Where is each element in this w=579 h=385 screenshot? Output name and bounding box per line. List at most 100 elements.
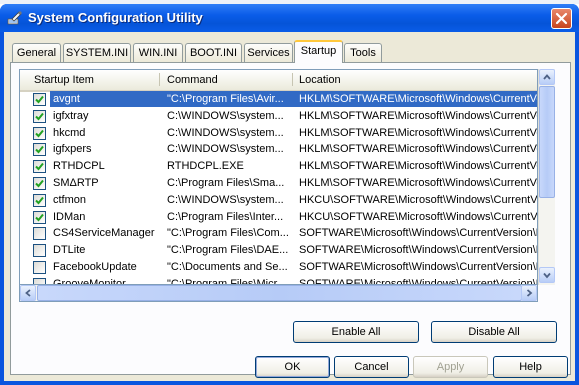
apply-button[interactable]: Apply	[413, 356, 488, 378]
startup-command: "C:\Program Files\Avir...	[167, 91, 293, 107]
startup-checkbox[interactable]	[33, 93, 46, 106]
startup-item-name: hkcmd	[53, 126, 86, 139]
list-header: Startup Item Command Location	[20, 70, 537, 92]
startup-checkbox[interactable]	[33, 244, 46, 258]
startup-location: HKLM\SOFTWARE\Microsoft\Windows\CurrentV…	[299, 91, 537, 107]
startup-checkbox[interactable]	[33, 261, 46, 274]
startup-command: C:\WINDOWS\system...	[167, 193, 284, 206]
startup-item-name: igfxtray	[53, 109, 89, 122]
column-divider[interactable]	[292, 73, 293, 86]
startup-checkbox[interactable]	[33, 227, 46, 241]
startup-location: HKLM\SOFTWARE\Microsoft\Windows\CurrentV…	[299, 126, 537, 139]
tab-system-ini[interactable]: SYSTEM.INI	[63, 43, 131, 62]
startup-location: HKLM\SOFTWARE\Microsoft\Windows\CurrentV…	[299, 177, 537, 189]
startup-row[interactable]: avgnt "C:\Program Files\Avir... HKLM\SOFTW…	[20, 91, 537, 107]
startup-list[interactable]: Startup Item Command Location avgnt "C:\P…	[19, 69, 538, 285]
startup-row[interactable]: CS4ServiceManager "C:\Program Files\Com..…	[20, 225, 537, 241]
scroll-right-button[interactable]	[521, 285, 537, 301]
startup-command: C:\WINDOWS\system...	[167, 126, 284, 139]
close-icon	[555, 12, 568, 25]
startup-checkbox[interactable]	[33, 109, 46, 123]
startup-row[interactable]: GrooveMonitor "C:\Program Files\Micr... SO…	[20, 276, 537, 285]
ok-button[interactable]: OK	[255, 356, 330, 378]
startup-checkbox[interactable]	[33, 277, 46, 284]
chevron-up-icon	[543, 74, 551, 80]
startup-location: SOFTWARE\Microsoft\Windows\CurrentVersio…	[299, 277, 537, 285]
msconfig-icon	[7, 11, 22, 25]
cancel-button[interactable]: Cancel	[334, 356, 409, 378]
tab-general[interactable]: General	[12, 43, 61, 62]
startup-item-name: igfxpers	[53, 143, 92, 156]
startup-item-name: SMΔRTP	[53, 177, 99, 189]
dialog-client-area: General SYSTEM.INI WIN.INI BOOT.INI Serv…	[4, 32, 575, 381]
startup-command: C:\Program Files\Inter...	[167, 210, 284, 223]
tab-startup[interactable]: Startup	[294, 40, 343, 63]
startup-command: "C:\Program Files\Micr...	[167, 277, 286, 285]
startup-location: SOFTWARE\Microsoft\Windows\CurrentVersio…	[299, 244, 537, 257]
startup-command: C:\Program Files\Sma...	[167, 177, 285, 189]
scroll-up-button[interactable]	[539, 69, 555, 85]
startup-item-name: FacebookUpdate	[53, 261, 137, 273]
checkmark-icon	[35, 163, 44, 171]
startup-location: SOFTWARE\Microsoft\Windows\CurrentVersio…	[299, 227, 537, 240]
tab-services[interactable]: Services	[244, 43, 293, 62]
startup-item-name: CS4ServiceManager	[53, 227, 155, 240]
startup-item-name: GrooveMonitor	[53, 277, 126, 285]
startup-checkbox[interactable]	[33, 210, 46, 224]
startup-row[interactable]: ctfmon C:\WINDOWS\system... HKCU\SOFTWARE\…	[20, 192, 537, 208]
startup-row[interactable]: igfxtray C:\WINDOWS\system... HKLM\SOFTWAR…	[20, 108, 537, 124]
startup-row[interactable]: igfxpers C:\WINDOWS\system... HKLM\SOFTWAR…	[20, 141, 537, 157]
checkmark-icon	[35, 146, 44, 154]
startup-location: HKCU\SOFTWARE\Microsoft\Windows\CurrentV…	[299, 210, 537, 223]
chevron-left-icon	[25, 289, 31, 297]
startup-checkbox[interactable]	[33, 143, 46, 157]
startup-location: HKLM\SOFTWARE\Microsoft\Windows\CurrentV…	[299, 143, 537, 156]
close-button[interactable]	[551, 8, 572, 29]
chevron-right-icon	[526, 289, 533, 297]
startup-item-name: ctfmon	[53, 193, 87, 206]
startup-checkbox[interactable]	[33, 193, 46, 207]
startup-row[interactable]: hkcmd C:\WINDOWS\system... HKLM\SOFTWARE\M…	[20, 125, 537, 141]
startup-checkbox[interactable]	[33, 160, 46, 174]
startup-row[interactable]: DTLite "C:\Program Files\DAE... SOFTWARE\M…	[20, 242, 537, 258]
enable-all-button[interactable]: Enable All	[293, 321, 419, 343]
horizontal-scrollbar[interactable]	[19, 285, 538, 302]
chevron-down-icon	[543, 272, 551, 279]
startup-row[interactable]: RTHDCPL RTHDCPL.EXE HKLM\SOFTWARE\Microsof…	[20, 158, 537, 174]
column-divider[interactable]	[159, 73, 160, 86]
window-title: System Configuration Utility	[28, 10, 203, 25]
dialog-window: System Configuration Utility General SYS…	[0, 4, 579, 385]
checkmark-icon	[35, 95, 44, 104]
scroll-left-button[interactable]	[20, 285, 36, 301]
column-header-startup-item[interactable]: Startup Item	[34, 74, 94, 86]
startup-row[interactable]: IDMan C:\Program Files\Inter... HKCU\SOFTW…	[20, 209, 537, 225]
title-bar[interactable]: System Configuration Utility	[0, 4, 579, 32]
startup-location: HKCU\SOFTWARE\Microsoft\Windows\CurrentV…	[299, 193, 537, 206]
startup-row[interactable]: SMΔRTP C:\Program Files\Sma... HKLM\SOFTWA…	[20, 175, 537, 191]
startup-checkbox[interactable]	[33, 126, 46, 140]
startup-row[interactable]: FacebookUpdate "C:\Documents and Se... SOF…	[20, 259, 537, 275]
startup-command: "C:\Program Files\Com...	[167, 227, 289, 240]
startup-command: "C:\Documents and Se...	[167, 261, 288, 273]
tab-tools[interactable]: Tools	[344, 43, 382, 62]
checkmark-icon	[35, 213, 44, 222]
startup-checkbox[interactable]	[33, 177, 46, 190]
tab-win-ini[interactable]: WIN.INI	[133, 43, 183, 62]
vertical-scroll-thumb[interactable]	[539, 86, 555, 198]
startup-item-name: IDMan	[53, 210, 86, 223]
startup-item-name: avgnt	[53, 91, 173, 107]
startup-command: C:\WINDOWS\system...	[167, 143, 284, 156]
startup-location: SOFTWARE\Microsoft\Windows\CurrentVersio…	[299, 261, 537, 273]
vertical-scrollbar[interactable]	[538, 69, 555, 285]
scroll-down-button[interactable]	[539, 267, 555, 283]
column-header-command[interactable]: Command	[167, 74, 218, 86]
tab-boot-ini[interactable]: BOOT.INI	[185, 43, 242, 62]
horizontal-scroll-thumb[interactable]	[37, 285, 522, 301]
startup-item-name: RTHDCPL	[53, 160, 105, 173]
column-header-location[interactable]: Location	[299, 74, 341, 86]
help-button[interactable]: Help	[493, 356, 568, 378]
startup-location: HKLM\SOFTWARE\Microsoft\Windows\CurrentV…	[299, 109, 537, 122]
checkmark-icon	[35, 196, 44, 205]
startup-command: C:\WINDOWS\system...	[167, 109, 284, 122]
disable-all-button[interactable]: Disable All	[431, 321, 557, 343]
